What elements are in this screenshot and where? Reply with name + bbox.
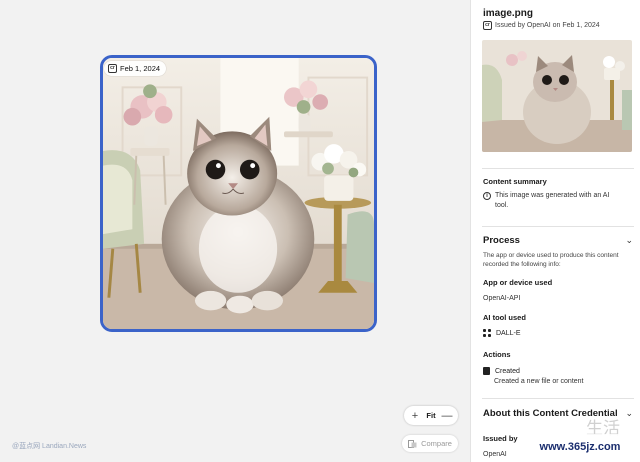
compare-button[interactable]: Compare bbox=[402, 435, 458, 452]
content-summary-text: This image was generated with an AI tool… bbox=[495, 192, 610, 209]
chevron-down-icon[interactable]: ⌄ bbox=[625, 408, 633, 419]
ai-tool-label: AI tool used bbox=[483, 313, 526, 322]
fit-button[interactable]: Fit bbox=[426, 411, 435, 420]
content-credentials-panel: image.png cr Issued by OpenAI on Feb 1, … bbox=[470, 0, 640, 462]
compare-icon bbox=[408, 439, 417, 448]
date-badge[interactable]: cr Feb 1, 2024 bbox=[104, 61, 167, 76]
generated-image[interactable] bbox=[100, 55, 377, 332]
cat-illustration bbox=[103, 58, 374, 329]
created-icon bbox=[483, 367, 490, 375]
process-description: The app or device used to produce this c… bbox=[483, 252, 619, 268]
cr-icon: cr bbox=[483, 21, 492, 30]
content-summary-label: Content summary bbox=[483, 177, 547, 186]
chevron-down-icon[interactable]: ⌄ bbox=[625, 235, 633, 246]
divider bbox=[482, 226, 634, 227]
date-badge-text: Feb 1, 2024 bbox=[120, 64, 161, 73]
content-summary-row: i This image was generated with an AI to… bbox=[483, 191, 623, 211]
issued-by-label: Issued by bbox=[483, 434, 518, 443]
file-name: image.png bbox=[483, 8, 534, 19]
app-device-label: App or device used bbox=[483, 278, 553, 287]
issued-by-line: cr Issued by OpenAI on Feb 1, 2024 bbox=[483, 21, 600, 30]
zoom-controls: + Fit — bbox=[404, 406, 458, 425]
process-title: Process bbox=[483, 235, 520, 246]
thumbnail-illustration bbox=[482, 40, 632, 152]
divider bbox=[482, 168, 634, 169]
dalle-icon bbox=[483, 329, 491, 337]
image-thumbnail bbox=[482, 40, 632, 152]
app-device-value: OpenAI-API bbox=[483, 295, 521, 302]
ai-tool-row: DALL-E bbox=[483, 329, 521, 337]
issued-by-text: Issued by OpenAI on Feb 1, 2024 bbox=[495, 22, 600, 29]
image-canvas: cr Feb 1, 2024 + Fit — Compare @蓝点网 Land… bbox=[0, 0, 470, 462]
watermark-left: @蓝点网 Landian.News bbox=[12, 443, 87, 450]
action-description: Created a new file or content bbox=[494, 378, 584, 385]
issued-by-value: OpenAI bbox=[483, 451, 507, 458]
actions-label: Actions bbox=[483, 350, 511, 359]
plus-icon[interactable]: + bbox=[409, 410, 421, 422]
minus-icon[interactable]: — bbox=[441, 410, 453, 422]
watermark-right: www.365jz.com bbox=[520, 434, 640, 460]
ai-tool-value: DALL-E bbox=[496, 329, 521, 337]
info-icon: i bbox=[483, 192, 491, 200]
divider bbox=[482, 398, 634, 399]
compare-label: Compare bbox=[421, 439, 452, 448]
action-title: Created bbox=[495, 367, 520, 375]
cr-icon: cr bbox=[108, 64, 117, 73]
action-row: Created bbox=[483, 367, 520, 375]
process-section-header[interactable]: Process ⌄ bbox=[483, 235, 633, 246]
